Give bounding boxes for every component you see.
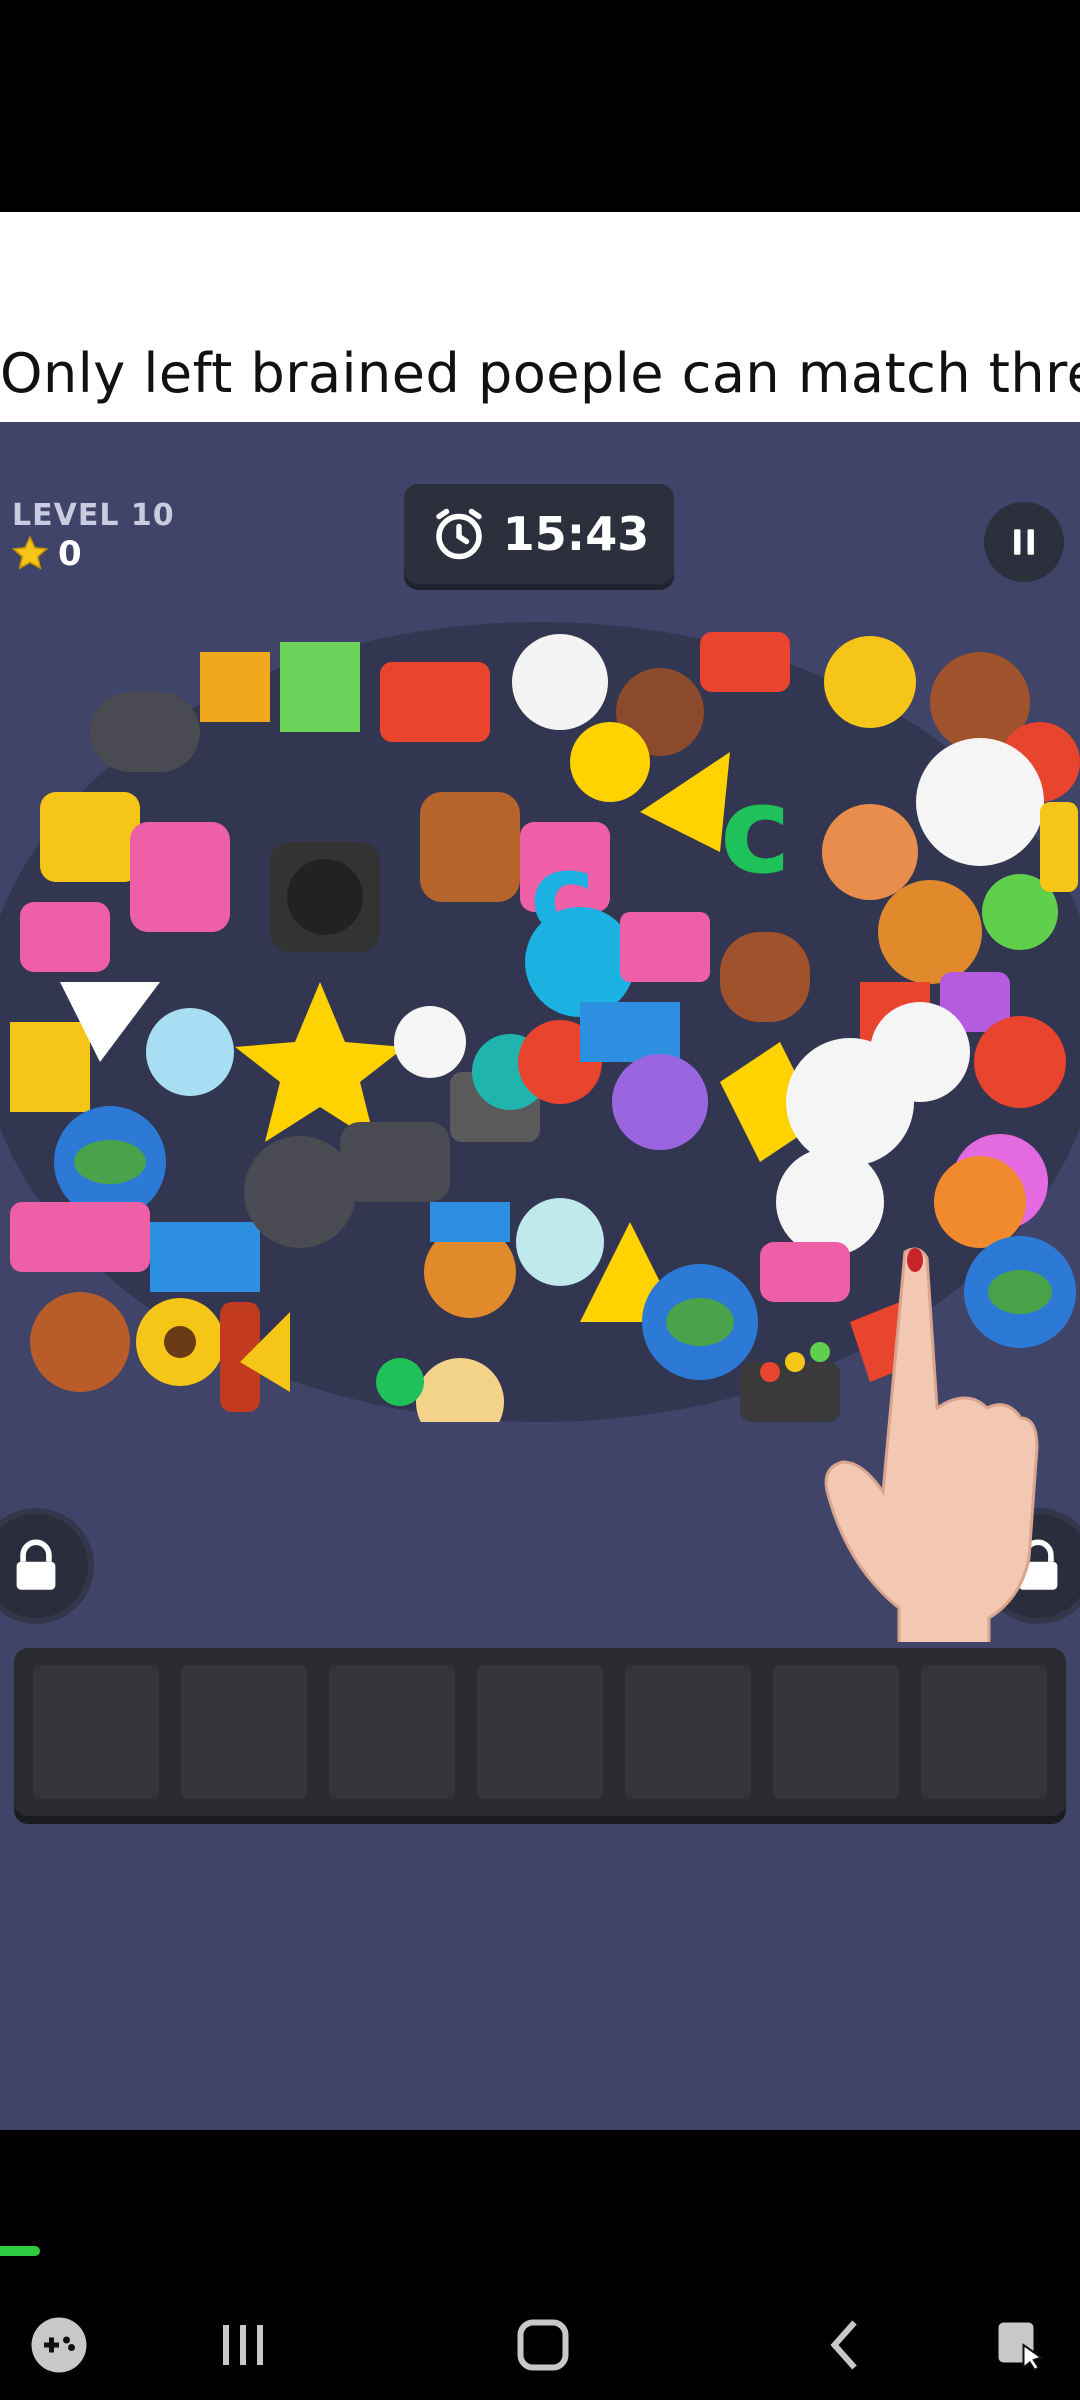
video-progress-bar[interactable] — [0, 2246, 40, 2256]
back-icon — [830, 2320, 857, 2370]
lock-icon — [16, 1539, 56, 1590]
timer-panel: 15:43 — [404, 484, 674, 584]
tray-slot — [918, 1662, 1050, 1802]
tray-slot — [770, 1662, 902, 1802]
star-count: 0 — [58, 534, 82, 574]
screenshot-icon — [998, 2322, 1044, 2372]
screenshot-toggle-button[interactable] — [986, 2310, 1056, 2380]
home-button[interactable] — [508, 2310, 578, 2380]
tray-slot — [30, 1662, 162, 1802]
gamepad-icon — [31, 2317, 87, 2373]
tray-slot — [474, 1662, 606, 1802]
star-icon — [11, 535, 49, 570]
tray-slot — [622, 1662, 754, 1802]
star-counter: 0 — [10, 534, 82, 574]
recents-icon — [223, 2325, 263, 2365]
match-tray — [14, 1648, 1066, 1816]
recents-button[interactable] — [208, 2310, 278, 2380]
video-caption: Only left brained poeple can match three — [0, 342, 1080, 405]
timer-value: 15:43 — [502, 507, 650, 561]
tray-slot — [326, 1662, 458, 1802]
android-nav-bar — [0, 2290, 1080, 2400]
tray-slot — [178, 1662, 310, 1802]
pause-icon — [1014, 529, 1034, 555]
home-icon — [517, 2319, 569, 2371]
caption-area: Only left brained poeple can match three — [0, 212, 1080, 422]
svg-text:c: c — [720, 762, 791, 901]
pointing-hand — [824, 1247, 1039, 1642]
game-screen: LEVEL 10 0 15:43 c c — [0, 422, 1080, 2130]
back-button[interactable] — [812, 2310, 882, 2380]
game-launcher-button[interactable] — [24, 2310, 94, 2380]
alarm-clock-icon — [436, 508, 482, 560]
level-label: LEVEL 10 — [12, 498, 175, 533]
pause-button[interactable] — [984, 502, 1064, 582]
left-lock-button[interactable] — [0, 1508, 94, 1624]
